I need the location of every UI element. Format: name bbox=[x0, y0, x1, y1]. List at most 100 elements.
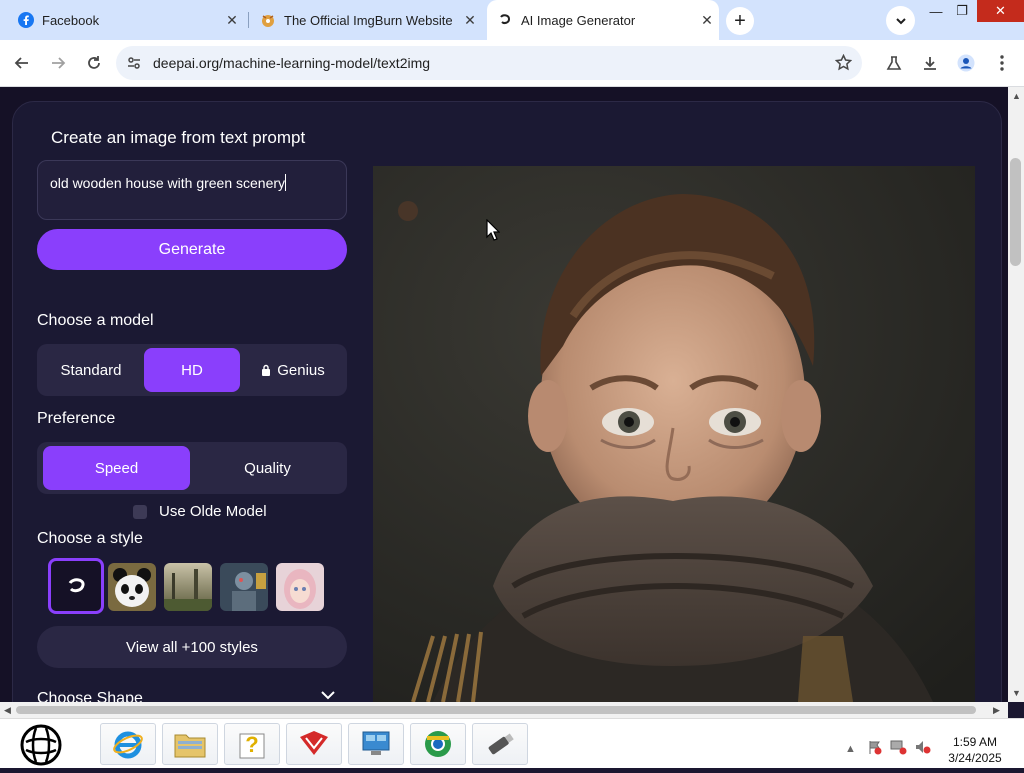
tray-expand-icon[interactable]: ▲ bbox=[845, 743, 856, 755]
taskbar-file-explorer[interactable] bbox=[162, 723, 218, 765]
generated-image[interactable] bbox=[373, 166, 975, 702]
red-app-icon bbox=[300, 731, 328, 755]
style-default-thumb[interactable] bbox=[48, 558, 104, 614]
taskbar: ? ▲ 1:59 AM 3/24/2025 bbox=[0, 718, 1024, 768]
checkbox-box[interactable] bbox=[133, 504, 147, 519]
scroll-up-icon[interactable]: ▲ bbox=[1012, 91, 1021, 101]
model-hd-button[interactable]: HD bbox=[144, 348, 240, 392]
boy-portrait-image bbox=[373, 166, 975, 702]
system-clock[interactable]: 1:59 AM 3/24/2025 bbox=[938, 734, 1012, 766]
model-standard-button[interactable]: Standard bbox=[43, 348, 139, 392]
tab-separator bbox=[248, 12, 249, 28]
close-tab-icon[interactable]: ✕ bbox=[458, 12, 482, 29]
style-heading: Choose a style bbox=[37, 530, 143, 547]
internet-explorer-icon bbox=[113, 731, 143, 759]
tab-search-button[interactable] bbox=[886, 6, 915, 35]
usb-drive-icon bbox=[488, 733, 514, 755]
tab-title: AI Image Generator bbox=[521, 12, 636, 28]
preference-selector: Speed Quality bbox=[37, 442, 347, 494]
taskbar-app-red[interactable] bbox=[286, 723, 342, 765]
address-bar[interactable]: deepai.org/machine-learning-model/text2i… bbox=[116, 46, 862, 80]
preference-quality-button[interactable]: Quality bbox=[194, 446, 341, 490]
panda-image bbox=[108, 563, 156, 611]
close-tab-icon[interactable]: ✕ bbox=[695, 12, 719, 29]
help-icon: ? bbox=[239, 732, 265, 759]
style-anime-thumb[interactable] bbox=[276, 563, 324, 611]
model-genius-label: Genius bbox=[277, 361, 325, 379]
model-selector: Standard HD Genius bbox=[37, 344, 347, 396]
restore-button[interactable]: ❐ bbox=[947, 0, 977, 22]
taskbar-internet-explorer[interactable] bbox=[100, 723, 156, 765]
tab-facebook[interactable]: Facebook ✕ bbox=[8, 0, 244, 40]
facebook-icon bbox=[18, 12, 34, 28]
lock-icon bbox=[262, 364, 271, 376]
taskbar-help[interactable]: ? bbox=[224, 723, 280, 765]
tray-network-icon[interactable] bbox=[890, 739, 908, 758]
svg-text:?: ? bbox=[245, 732, 258, 757]
deepai-logo-icon bbox=[68, 578, 85, 593]
start-button[interactable] bbox=[16, 722, 66, 768]
prompt-input[interactable]: old wooden house with green scenery bbox=[37, 160, 347, 220]
prompt-text: old wooden house with green scenery bbox=[50, 175, 286, 191]
model-genius-button[interactable]: Genius bbox=[245, 348, 341, 392]
olde-model-checkbox[interactable]: Use Olde Model bbox=[133, 503, 267, 520]
scroll-down-icon[interactable]: ▼ bbox=[1012, 688, 1021, 698]
taskbar-usb[interactable] bbox=[472, 723, 528, 765]
downloads-button[interactable] bbox=[917, 50, 943, 76]
reload-button[interactable] bbox=[81, 50, 107, 76]
labs-button[interactable] bbox=[881, 50, 907, 76]
preference-heading: Preference bbox=[37, 410, 116, 427]
reload-icon bbox=[88, 56, 100, 69]
site-info-icon[interactable] bbox=[126, 55, 142, 76]
start-logo-icon bbox=[20, 724, 62, 766]
taskbar-chrome[interactable] bbox=[410, 723, 466, 765]
model-heading: Choose a model bbox=[37, 312, 154, 329]
tab-ai-image-generator[interactable]: AI Image Generator ✕ bbox=[487, 0, 719, 40]
deepai-icon bbox=[497, 12, 513, 28]
mouse-cursor-icon bbox=[486, 219, 500, 241]
style-panda-thumb[interactable] bbox=[108, 563, 156, 611]
olde-model-label: Use Olde Model bbox=[159, 503, 267, 520]
menu-button[interactable] bbox=[989, 50, 1015, 76]
profile-button[interactable] bbox=[953, 50, 979, 76]
robot-image bbox=[220, 563, 268, 611]
forward-arrow-icon bbox=[52, 57, 66, 69]
tab-title: Facebook bbox=[42, 12, 100, 28]
style-landscape-thumb[interactable] bbox=[164, 563, 212, 611]
forward-button[interactable] bbox=[45, 50, 71, 76]
generate-button[interactable]: Generate bbox=[37, 229, 347, 270]
more-vert-icon bbox=[1000, 55, 1004, 71]
imgburn-icon bbox=[260, 12, 276, 28]
chevron-down-icon bbox=[895, 17, 906, 24]
profile-icon bbox=[957, 54, 975, 72]
tray-volume-icon[interactable] bbox=[914, 739, 932, 758]
bookmark-star-icon[interactable] bbox=[834, 53, 853, 76]
style-robot-thumb[interactable] bbox=[220, 563, 268, 611]
tab-imgburn[interactable]: The Official ImgBurn Website ✕ bbox=[250, 0, 482, 40]
text-caret bbox=[285, 174, 287, 191]
clock-time: 1:59 AM bbox=[952, 735, 998, 749]
plus-icon: + bbox=[734, 9, 746, 32]
window-close-button[interactable]: ✕ bbox=[977, 0, 1024, 22]
page-title: Create an image from text prompt bbox=[51, 128, 306, 147]
scroll-right-icon[interactable]: ▶ bbox=[993, 705, 1000, 716]
tab-title: The Official ImgBurn Website bbox=[284, 12, 453, 28]
url-text: deepai.org/machine-learning-model/text2i… bbox=[153, 55, 431, 71]
landscape-image bbox=[164, 563, 212, 611]
back-button[interactable] bbox=[9, 50, 35, 76]
globe-icon bbox=[425, 731, 451, 757]
folder-icon bbox=[174, 734, 206, 758]
horizontal-scroll-thumb[interactable] bbox=[16, 706, 976, 714]
clock-date: 3/24/2025 bbox=[948, 751, 1002, 765]
scroll-left-icon[interactable]: ◀ bbox=[4, 705, 11, 716]
view-all-styles-button[interactable]: View all +100 styles bbox=[37, 626, 347, 668]
close-tab-icon[interactable]: ✕ bbox=[220, 12, 244, 29]
anime-girl-image bbox=[276, 563, 324, 611]
flask-icon bbox=[886, 56, 902, 70]
new-tab-button[interactable]: + bbox=[726, 7, 754, 35]
tray-flag-icon[interactable] bbox=[867, 739, 883, 758]
vertical-scroll-thumb[interactable] bbox=[1010, 158, 1021, 266]
download-icon bbox=[924, 57, 936, 70]
taskbar-control-panel[interactable] bbox=[348, 723, 404, 765]
preference-speed-button[interactable]: Speed bbox=[43, 446, 190, 490]
